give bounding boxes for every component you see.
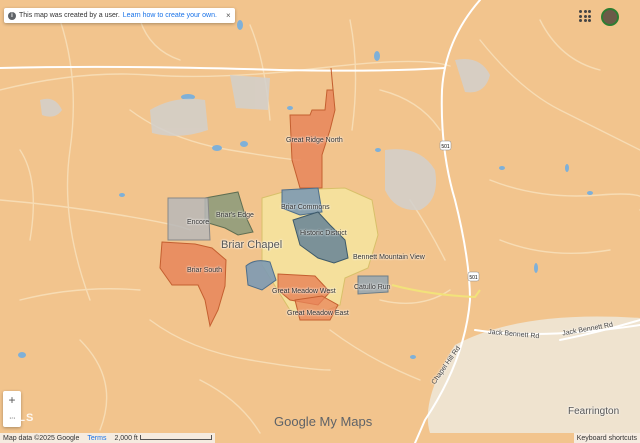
label-briars-edge[interactable]: Briar's Edge [216, 212, 254, 219]
learn-more-link[interactable]: Learn how to create your own. [123, 12, 217, 19]
svg-text:501: 501 [441, 144, 450, 150]
svg-text:501: 501 [469, 275, 478, 281]
place-briar-chapel: Briar Chapel [221, 239, 283, 251]
watermark: IMLS [4, 412, 35, 424]
scale-label: 2,000 ft [114, 434, 138, 442]
label-great-meadow-east[interactable]: Great Meadow East [287, 310, 349, 317]
close-icon[interactable]: × [226, 11, 231, 20]
label-briar-commons[interactable]: Briar Commons [281, 204, 330, 211]
terms-link[interactable]: Terms [87, 435, 106, 442]
avatar[interactable] [601, 8, 619, 26]
zoom-in-button[interactable]: + [3, 391, 21, 409]
user-map-notice: i This map was created by a user. Learn … [4, 8, 235, 23]
place-fearrington: Fearrington [568, 406, 620, 417]
label-catullo-run[interactable]: Catullo Run [354, 284, 391, 291]
keyboard-shortcuts-link[interactable]: Keyboard shortcuts [573, 433, 640, 443]
map-canvas[interactable]: 501 501 [0, 0, 640, 443]
info-icon: i [8, 11, 16, 20]
scale-bar[interactable]: 2,000 ft [114, 434, 212, 442]
my-maps-text: My Maps [315, 414, 373, 429]
label-encore[interactable]: Encore [187, 219, 209, 226]
map-data-attribution: Map data ©2025 Google [3, 434, 80, 442]
google-logo-text: Google [274, 414, 316, 429]
map-footer: Map data ©2025 Google Terms 2,000 ft Key… [0, 433, 640, 443]
label-great-meadow-west[interactable]: Great Meadow West [272, 288, 336, 295]
label-historic-district[interactable]: Historic District [300, 230, 347, 237]
label-briar-south[interactable]: Briar South [187, 267, 222, 274]
apps-grid-icon[interactable] [579, 10, 591, 22]
label-great-ridge-north[interactable]: Great Ridge North [286, 137, 343, 144]
google-my-maps-logo: Google My Maps [274, 414, 372, 429]
notice-text: This map was created by a user. [19, 12, 120, 19]
label-bennett-mountain-view[interactable]: Bennett Mountain View [353, 254, 425, 261]
